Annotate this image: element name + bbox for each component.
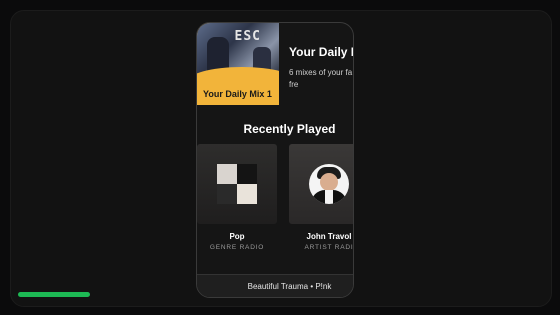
recent-card-pop-type: GENRE RADIO [209,244,265,251]
daily-mix-cover[interactable]: ESC Your Daily Mix 1 [197,23,279,105]
daily-mix-description: 6 mixes of your fa music. Always fre [289,68,353,89]
daily-mix-row[interactable]: ESC Your Daily Mix 1 Your Daily M 6 mixe… [197,23,353,105]
recent-card-pop[interactable] [197,144,277,224]
daily-mix-title: Your Daily M [289,45,354,59]
daily-mix-cover-label: Your Daily Mix 1 [203,89,272,99]
phone-screen: ESC Your Daily Mix 1 Your Daily M 6 mixe… [196,22,354,298]
cover-glyph: ESC [234,29,261,44]
recent-card-john-type: ARTIST RADI [304,244,354,251]
now-playing-text: Beautiful Trauma • P!nk [247,282,332,291]
artist-photo-icon [309,164,349,204]
progress-bar [18,292,90,297]
artist-face-shape [320,173,338,191]
recent-card-pop-name: Pop [229,232,245,241]
recent-card-john-name: John Travol [306,232,352,241]
now-playing-bar[interactable]: Beautiful Trauma • P!nk [197,274,353,297]
recently-played-heading: Recently Played [243,122,336,136]
recent-card-john-travolta[interactable] [289,144,353,224]
artist-shirt-shape [325,190,333,204]
genre-collage-icon [217,164,257,204]
